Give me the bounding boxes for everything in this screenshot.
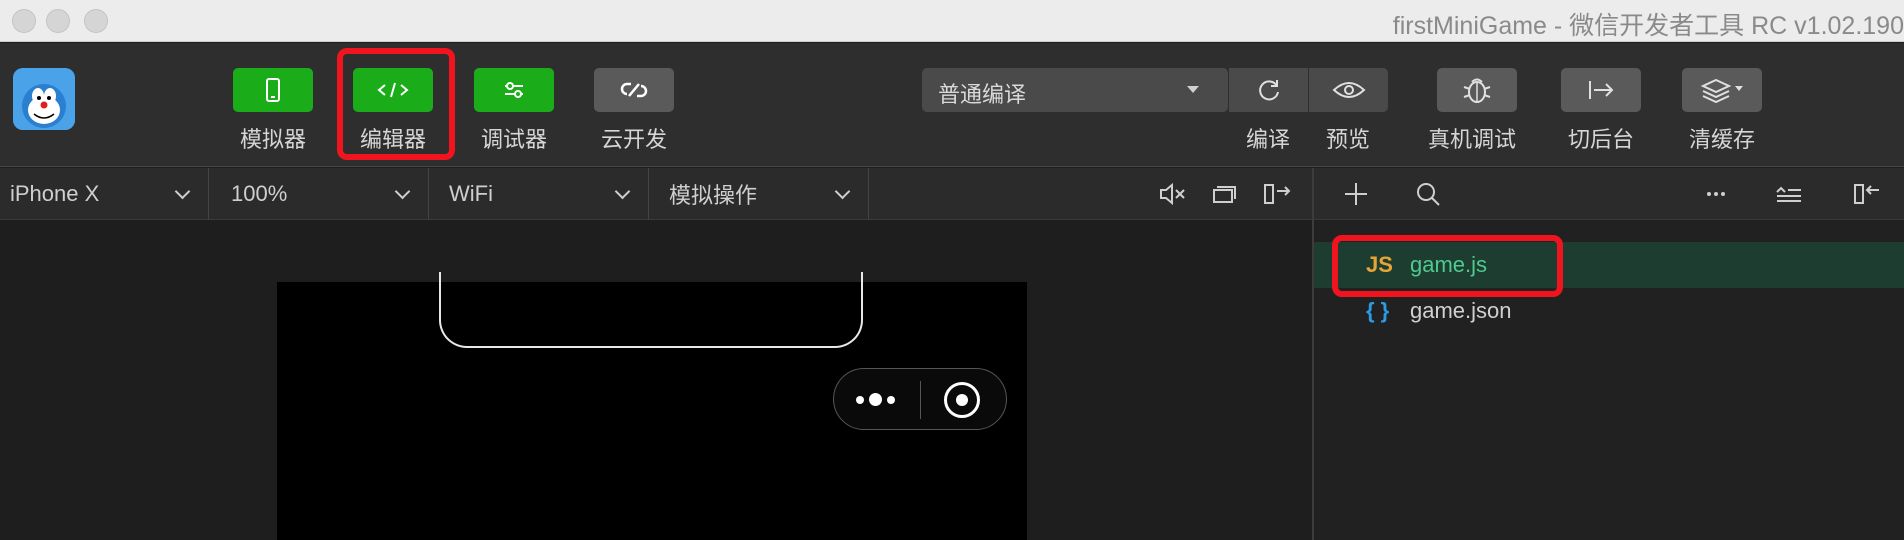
debugger-label: 调试器: [480, 127, 547, 152]
preview-label: 预览: [1325, 127, 1370, 152]
layers-icon: [1700, 78, 1743, 103]
eye-icon: [1332, 82, 1365, 98]
device-notch: [439, 272, 863, 348]
chevron-down-icon: [834, 183, 851, 200]
zoom-select[interactable]: 100%: [209, 168, 429, 220]
window-icon: [1213, 186, 1236, 203]
compile-label: 编译: [1245, 127, 1290, 152]
device-value: iPhone X: [10, 181, 100, 206]
minimize-window-button[interactable]: [46, 9, 70, 33]
simulator-area: [0, 221, 1312, 540]
chevron-down-icon: [614, 183, 631, 200]
close-target-icon[interactable]: [944, 382, 980, 418]
debugger-button[interactable]: 调试器: [474, 68, 554, 154]
detach-simulator-button[interactable]: [1262, 168, 1292, 220]
compile-mode-select[interactable]: 普通编译: [922, 68, 1228, 112]
remote-debug-label: 真机调试: [1427, 127, 1516, 152]
device-toolbar: iPhone X 100% WiFi 模拟操作: [0, 168, 1312, 220]
simulate-operation-value: 模拟操作: [669, 183, 758, 208]
chevron-down-icon: [1187, 86, 1199, 93]
cloud-link-icon: [620, 82, 648, 98]
clear-cache-label: 清缓存: [1688, 127, 1755, 152]
simulate-operation-select[interactable]: 模拟操作: [649, 168, 869, 220]
simulator-button[interactable]: 模拟器: [233, 68, 313, 154]
cloud-dev-label: 云开发: [600, 127, 667, 152]
switch-background-icon: [1589, 81, 1614, 99]
search-icon[interactable]: [1414, 180, 1442, 208]
file-panel-toolbar: [1314, 168, 1904, 220]
preview-button[interactable]: [1308, 68, 1388, 112]
network-value: WiFi: [449, 181, 493, 206]
window-mode-button[interactable]: [1210, 168, 1236, 220]
device-screen[interactable]: [277, 272, 1027, 540]
refresh-icon: [1258, 80, 1279, 101]
window-title: firstMiniGame - 微信开发者工具 RC v1.02.190: [1392, 12, 1904, 40]
mute-icon: [1160, 182, 1185, 206]
more-icon[interactable]: [1702, 180, 1730, 208]
menu-capsule[interactable]: [833, 368, 1007, 430]
device-select[interactable]: iPhone X: [0, 168, 209, 220]
chevron-down-icon: [174, 183, 191, 200]
bug-icon: [1463, 78, 1491, 103]
close-window-button[interactable]: [12, 9, 36, 33]
main-toolbar: 模拟器 编辑器 调试器 云开发 普通编译 编译 预览 真机调试 切后台 清缓存: [0, 43, 1904, 167]
compile-button[interactable]: [1228, 68, 1308, 112]
simulator-label: 模拟器: [239, 127, 306, 152]
panel-arrow-right-icon: [1264, 184, 1291, 204]
more-dots-icon[interactable]: [856, 393, 895, 406]
app-avatar[interactable]: [13, 68, 75, 130]
cloud-dev-button[interactable]: 云开发: [594, 68, 674, 154]
editor-highlight-box: [337, 48, 455, 160]
switch-background-button[interactable]: 切后台: [1561, 68, 1641, 154]
switch-background-label: 切后台: [1567, 127, 1634, 152]
panel-arrow-left-icon[interactable]: [1852, 180, 1882, 208]
title-bar: firstMiniGame - 微信开发者工具 RC v1.02.190: [0, 0, 1904, 42]
sliders-icon: [505, 82, 523, 98]
capsule-divider: [920, 381, 921, 419]
phone-icon: [266, 78, 280, 102]
json-file-icon: { }: [1366, 298, 1390, 323]
compile-mode-value: 普通编译: [938, 82, 1027, 107]
collapse-all-icon[interactable]: [1774, 180, 1804, 208]
network-select[interactable]: WiFi: [429, 168, 649, 220]
add-icon[interactable]: [1342, 180, 1370, 208]
file-name: game.json: [1410, 298, 1512, 323]
mute-button[interactable]: [1158, 168, 1188, 220]
game-js-highlight-box: [1332, 235, 1563, 297]
chevron-down-icon: [394, 183, 411, 200]
clear-cache-button[interactable]: 清缓存: [1682, 68, 1762, 154]
zoom-window-button[interactable]: [84, 9, 108, 33]
remote-debug-button[interactable]: 真机调试: [1427, 68, 1527, 154]
zoom-value: 100%: [231, 181, 288, 206]
